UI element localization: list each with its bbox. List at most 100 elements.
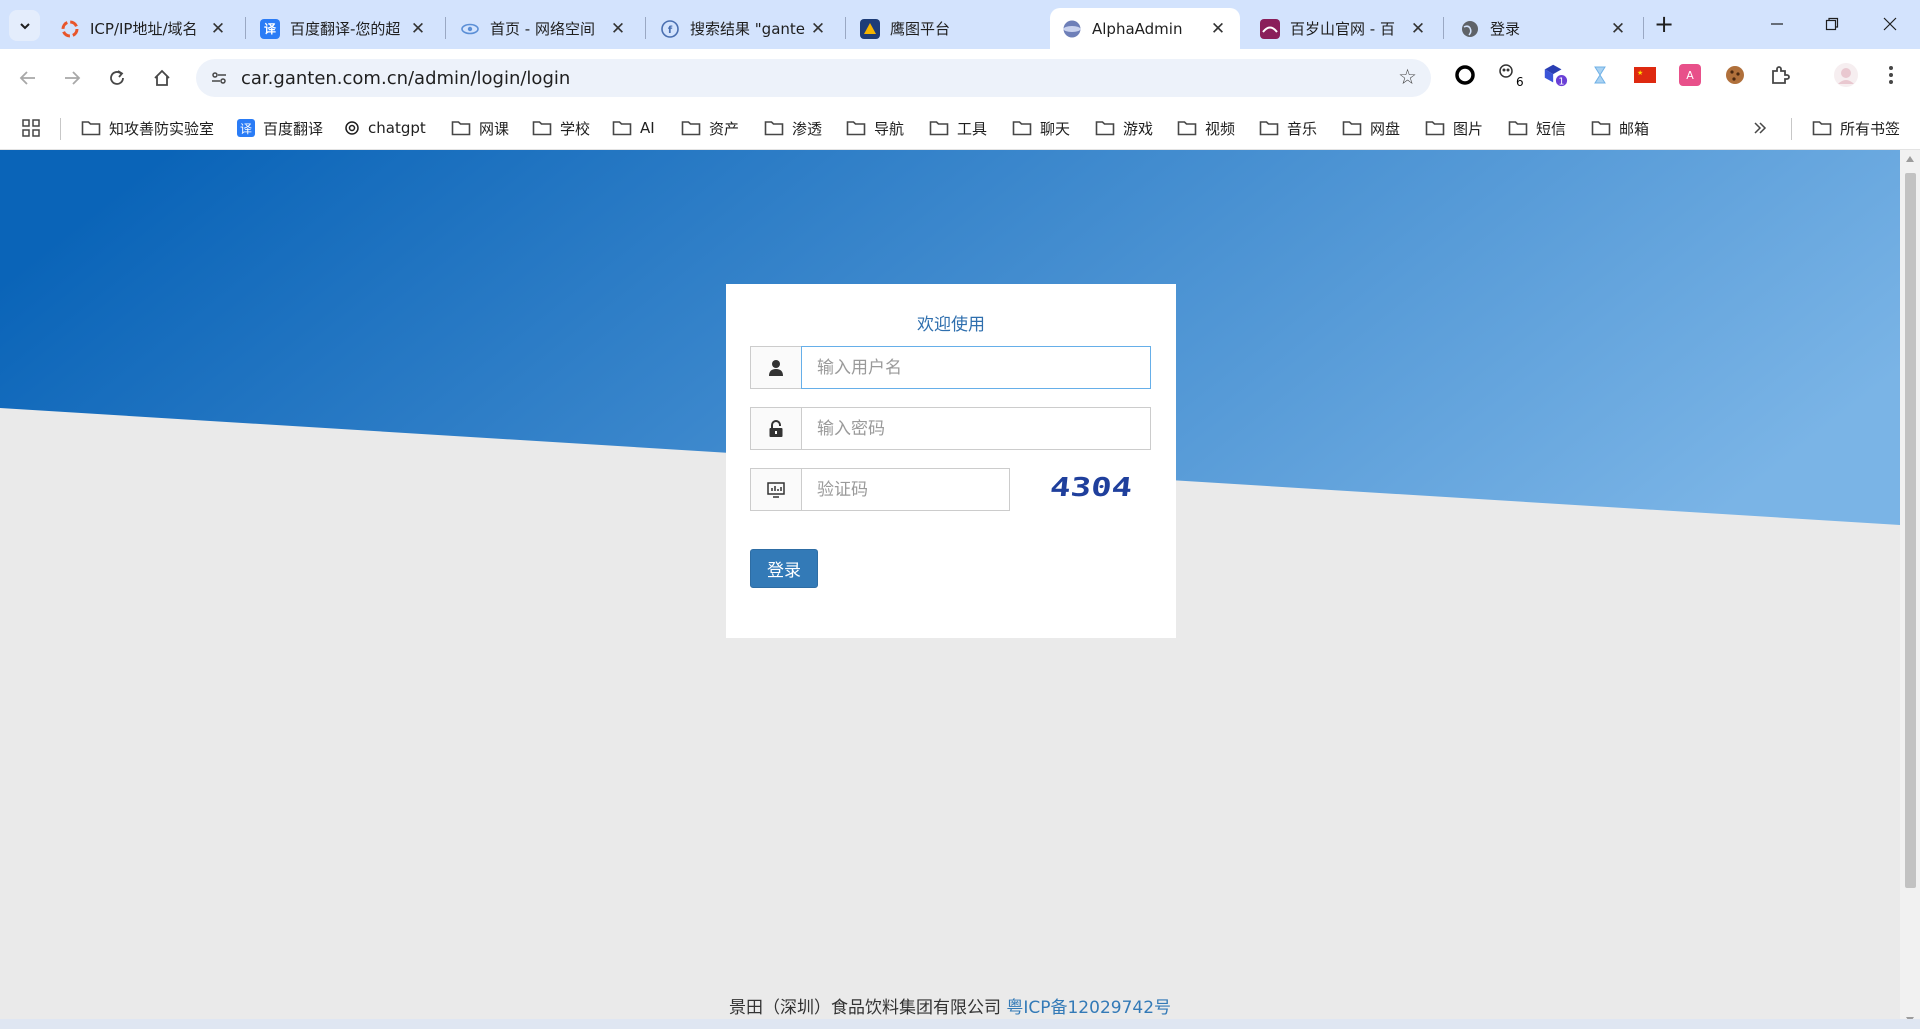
- tab-cyberspace-home[interactable]: 首页 - 网络空间 ✕: [448, 8, 640, 49]
- back-button[interactable]: [11, 61, 45, 95]
- tab-title: 登录: [1490, 20, 1521, 38]
- captcha-input[interactable]: [801, 468, 1010, 511]
- bookmark-item[interactable]: 译百度翻译: [237, 116, 323, 140]
- bookmark-item[interactable]: 音乐: [1259, 116, 1317, 140]
- minimize-button[interactable]: [1755, 8, 1799, 40]
- bookmark-item[interactable]: 视频: [1177, 116, 1235, 140]
- forward-button[interactable]: [55, 61, 89, 95]
- login-card: 欢迎使用 4304 登录: [726, 284, 1176, 638]
- bookmark-label: 邮箱: [1619, 119, 1650, 138]
- extension-circle-icon[interactable]: [1452, 62, 1478, 88]
- hunter-favicon-icon: [860, 18, 880, 39]
- tab-search-results[interactable]: f 搜索结果 "gante ✕: [648, 8, 840, 49]
- bookmark-label: 百度翻译: [263, 119, 324, 138]
- bookmark-label: 网课: [479, 119, 510, 138]
- site-info-icon[interactable]: [206, 65, 232, 91]
- bookmark-item[interactable]: chatgpt: [344, 116, 426, 140]
- bookmark-item[interactable]: 知攻善防实验室: [81, 116, 214, 140]
- icp-link[interactable]: 粤ICP备12029742号: [1006, 998, 1171, 1018]
- tab-hunter[interactable]: 鹰图平台 ✕: [848, 8, 1040, 49]
- tab-login[interactable]: 登录 ✕: [1448, 8, 1640, 49]
- bookmark-item[interactable]: 工具: [929, 116, 987, 140]
- bookmark-item[interactable]: 邮箱: [1591, 116, 1649, 140]
- tab-icp[interactable]: ICP/IP地址/域名 ✕: [48, 8, 240, 49]
- scroll-up-arrow-icon[interactable]: [1906, 156, 1914, 162]
- china-flag-icon[interactable]: ★: [1632, 62, 1658, 88]
- bookmark-item[interactable]: 游戏: [1095, 116, 1153, 140]
- password-input[interactable]: [801, 407, 1151, 450]
- bookmark-item[interactable]: 渗透: [764, 116, 822, 140]
- browser-toolbar: car.ganten.com.cn/admin/login/login ☆ 6 …: [0, 49, 1920, 107]
- tab-separator: [845, 17, 846, 39]
- monitor-chart-icon: [750, 468, 801, 511]
- cookie-icon[interactable]: [1722, 62, 1748, 88]
- all-bookmarks-folder[interactable]: 所有书签: [1812, 116, 1900, 140]
- tab-baisuishan[interactable]: 百岁山官网 - 百 ✕: [1248, 8, 1440, 49]
- apps-grid-icon[interactable]: [22, 116, 40, 140]
- bookmark-label: 视频: [1205, 119, 1236, 138]
- vertical-scrollbar[interactable]: [1900, 150, 1920, 1029]
- svg-text:★: ★: [1637, 69, 1643, 77]
- extension-badge: 1: [1559, 76, 1565, 87]
- close-icon[interactable]: ✕: [1608, 19, 1628, 39]
- bookmark-item[interactable]: 资产: [681, 116, 739, 140]
- fofa-favicon-icon: f: [660, 19, 680, 39]
- address-bar[interactable]: car.ganten.com.cn/admin/login/login ☆: [196, 59, 1431, 97]
- bookmark-label: 聊天: [1040, 119, 1071, 138]
- extensions-puzzle-icon[interactable]: [1767, 62, 1793, 88]
- login-button[interactable]: 登录: [750, 549, 818, 588]
- close-icon[interactable]: ✕: [608, 19, 628, 39]
- close-icon[interactable]: ✕: [808, 19, 828, 39]
- alphaadmin-favicon-icon: [1062, 19, 1082, 39]
- bookmark-label: 工具: [957, 119, 988, 138]
- bookmark-item[interactable]: 网盘: [1342, 116, 1400, 140]
- captcha-image[interactable]: 4304: [1050, 470, 1140, 510]
- login-page: 欢迎使用 4304 登录 景田（深圳）食品饮料集团有限公司 粤ICP备12029…: [0, 150, 1900, 1029]
- restore-button[interactable]: [1810, 8, 1854, 40]
- bookmark-item[interactable]: 学校: [532, 116, 590, 140]
- extension-hourglass-icon[interactable]: [1587, 62, 1613, 88]
- bookmark-label: AI: [640, 119, 655, 137]
- more-bookmarks-chevron-icon[interactable]: [1753, 116, 1767, 140]
- close-icon[interactable]: ✕: [1408, 19, 1428, 39]
- extension-badge: 6: [1516, 75, 1523, 88]
- kebab-menu-icon[interactable]: [1878, 62, 1904, 88]
- new-tab-button[interactable]: +: [1651, 12, 1677, 38]
- bookmarks-divider: [1791, 118, 1792, 140]
- chevron-down-icon: [19, 22, 30, 29]
- close-icon[interactable]: ✕: [208, 19, 228, 39]
- bookmark-star-icon[interactable]: ☆: [1398, 65, 1417, 89]
- bookmark-item[interactable]: 导航: [846, 116, 904, 140]
- tab-baidu-translate[interactable]: 译 百度翻译-您的超 ✕: [248, 8, 440, 49]
- extension-translate-icon[interactable]: A: [1677, 62, 1703, 88]
- bookmark-item[interactable]: 图片: [1425, 116, 1483, 140]
- bookmark-label: 资产: [709, 119, 740, 138]
- bookmark-item[interactable]: AI: [612, 116, 655, 140]
- extension-panda-icon[interactable]: 6: [1497, 62, 1523, 88]
- username-input[interactable]: [801, 346, 1151, 389]
- folder-icon: [451, 119, 471, 137]
- tab-title: 百度翻译-您的超: [290, 20, 401, 38]
- user-icon: [750, 346, 801, 389]
- bookmark-item[interactable]: 网课: [451, 116, 509, 140]
- username-field: [750, 346, 1151, 389]
- tab-search-button[interactable]: [9, 10, 40, 41]
- bookmark-label: 短信: [1536, 119, 1567, 138]
- reload-button[interactable]: [100, 61, 134, 95]
- url-text[interactable]: car.ganten.com.cn/admin/login/login: [241, 68, 570, 89]
- bookmark-item[interactable]: 短信: [1508, 116, 1566, 140]
- home-button[interactable]: [145, 61, 179, 95]
- close-icon[interactable]: ✕: [1208, 19, 1228, 39]
- profile-avatar[interactable]: [1833, 62, 1859, 88]
- bookmarks-divider: [60, 118, 61, 140]
- extension-cube-icon[interactable]: 1: [1542, 62, 1568, 88]
- scroll-thumb[interactable]: [1905, 173, 1916, 888]
- folder-icon: [1095, 119, 1115, 137]
- globe-icon: [1460, 19, 1480, 39]
- close-icon[interactable]: ✕: [408, 19, 428, 39]
- bookmark-item[interactable]: 聊天: [1012, 116, 1070, 140]
- icp-favicon-icon: [60, 19, 80, 39]
- folder-icon: [1342, 119, 1362, 137]
- close-window-button[interactable]: [1868, 8, 1912, 40]
- tab-alphaadmin[interactable]: AlphaAdmin ✕: [1050, 8, 1240, 49]
